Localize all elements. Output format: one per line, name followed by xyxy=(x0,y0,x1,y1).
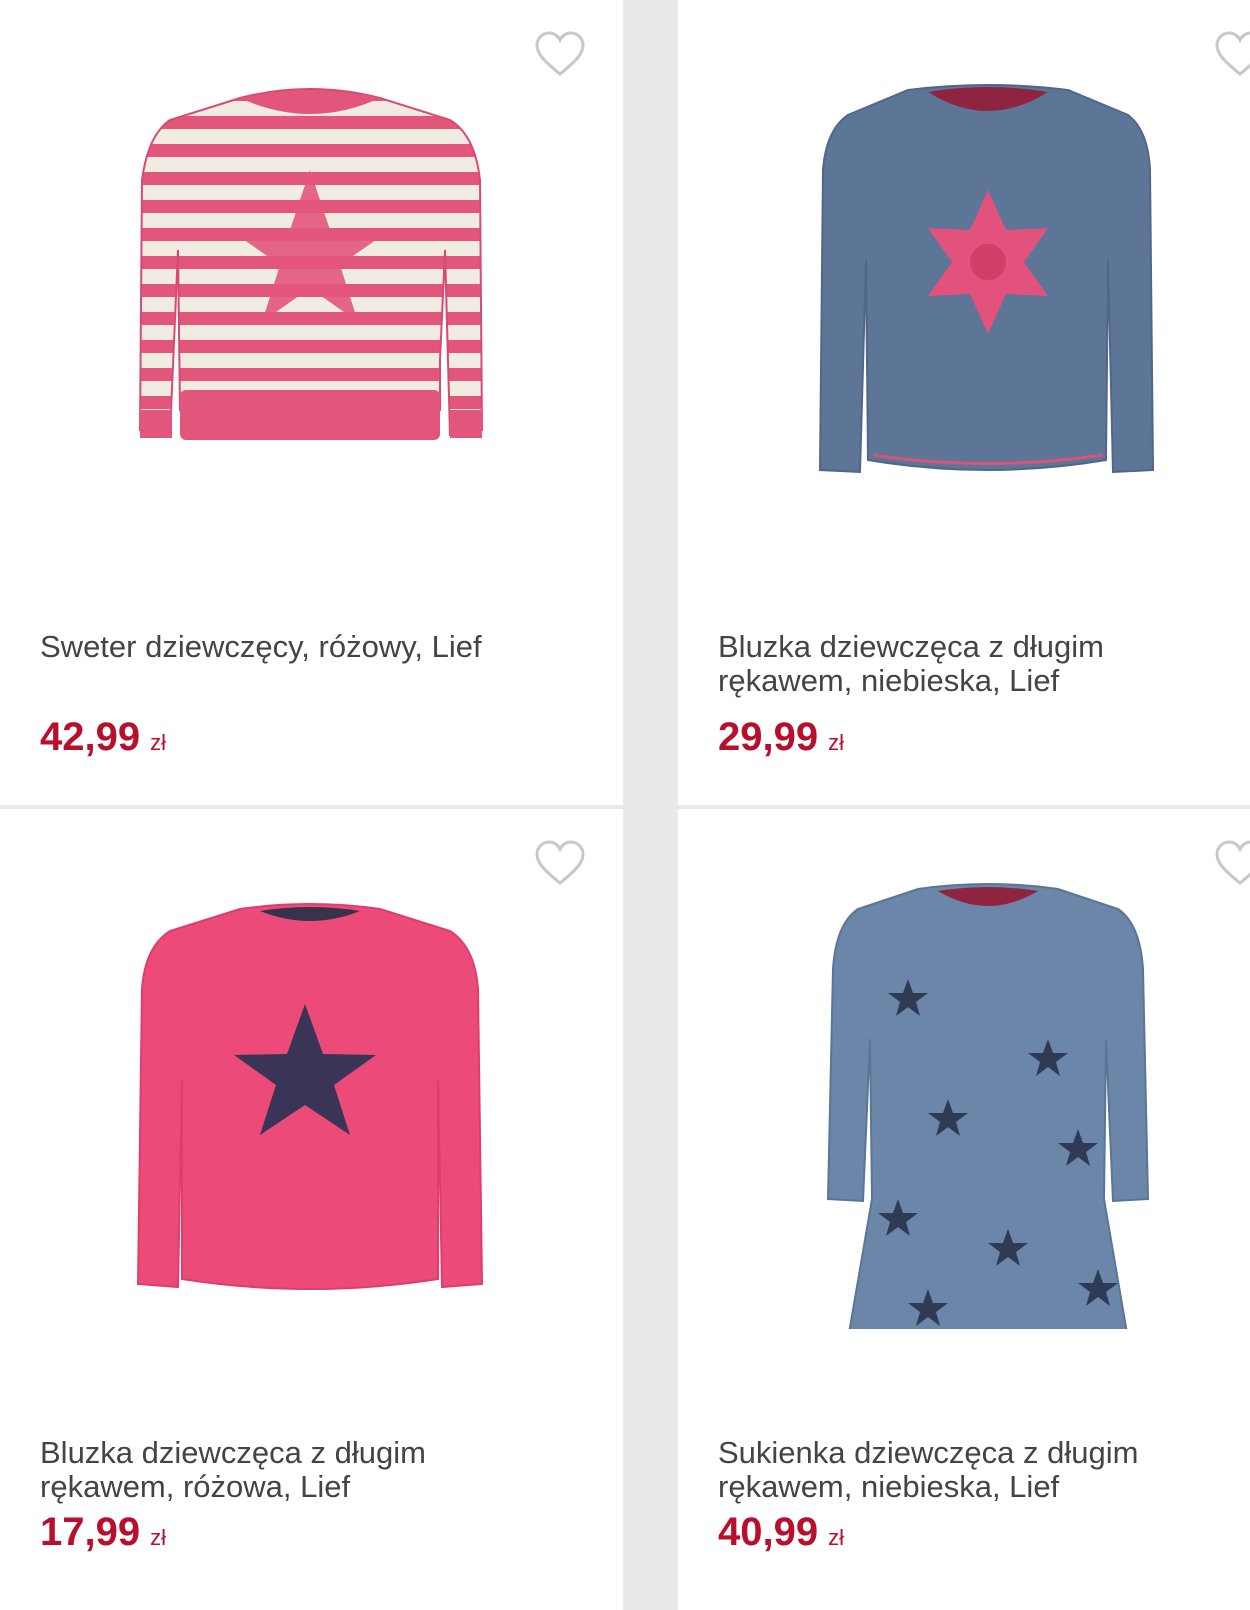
product-card[interactable]: Sweter dziewczęcy, różowy, Lief 42,99 zł xyxy=(0,0,623,805)
product-card[interactable]: Bluzka dziewczęca z długim rękawem, różo… xyxy=(0,809,623,1610)
product-card[interactable]: Sukienka dziewczęca z długim rękawem, ni… xyxy=(678,809,1250,1610)
heart-outline-icon[interactable] xyxy=(534,30,586,78)
pink-star-blouse-image[interactable] xyxy=(90,869,530,1329)
price-value: 17,99 xyxy=(40,1510,141,1554)
pink-striped-sweater-image[interactable] xyxy=(90,60,530,520)
product-title[interactable]: Sukienka dziewczęca z długim rękawem, ni… xyxy=(718,1436,1238,1504)
price-currency: zł xyxy=(828,1525,844,1550)
product-price: 29,99 zł xyxy=(718,714,844,766)
blue-star-dress-image[interactable] xyxy=(748,869,1188,1329)
product-title[interactable]: Bluzka dziewczęca z długim rękawem, nieb… xyxy=(718,630,1238,698)
product-price: 17,99 zł xyxy=(40,1509,166,1561)
heart-outline-icon[interactable] xyxy=(534,839,586,887)
price-value: 40,99 xyxy=(718,1510,819,1554)
price-value: 29,99 xyxy=(718,715,819,759)
price-value: 42,99 xyxy=(40,715,141,759)
heart-outline-icon[interactable] xyxy=(1214,839,1250,887)
product-card[interactable]: Bluzka dziewczęca z długim rękawem, nieb… xyxy=(678,0,1250,805)
blue-snowflake-blouse-image[interactable] xyxy=(748,60,1188,520)
price-currency: zł xyxy=(828,730,844,755)
product-title[interactable]: Bluzka dziewczęca z długim rękawem, różo… xyxy=(40,1436,560,1504)
price-currency: zł xyxy=(150,1525,166,1550)
product-title[interactable]: Sweter dziewczęcy, różowy, Lief xyxy=(40,630,560,664)
product-price: 42,99 zł xyxy=(40,714,166,766)
product-price: 40,99 zł xyxy=(718,1509,844,1561)
price-currency: zł xyxy=(150,730,166,755)
heart-outline-icon[interactable] xyxy=(1214,30,1250,78)
